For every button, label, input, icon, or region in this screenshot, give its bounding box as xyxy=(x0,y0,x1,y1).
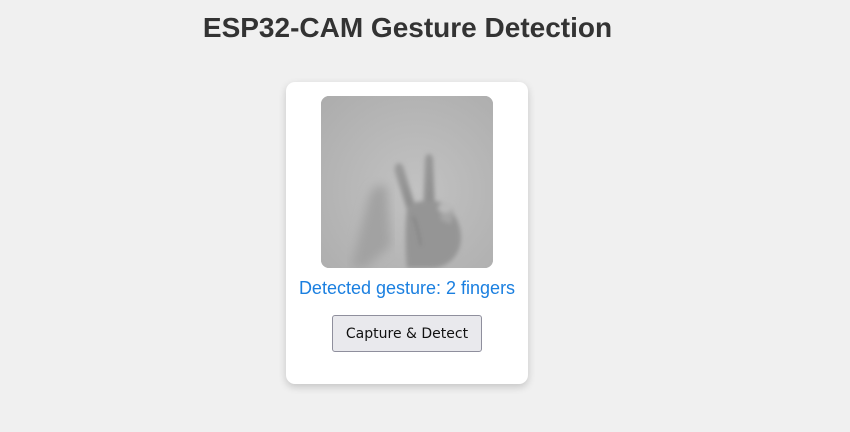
detected-gesture-text: Detected gesture: 2 fingers xyxy=(298,278,516,298)
camera-snapshot xyxy=(321,96,493,268)
page-title: ESP32-CAM Gesture Detection xyxy=(202,12,613,43)
hand-image xyxy=(321,96,493,268)
gesture-card: Detected gesture: 2 fingers Capture & De… xyxy=(286,82,528,384)
capture-detect-button[interactable]: Capture & Detect xyxy=(332,315,482,352)
